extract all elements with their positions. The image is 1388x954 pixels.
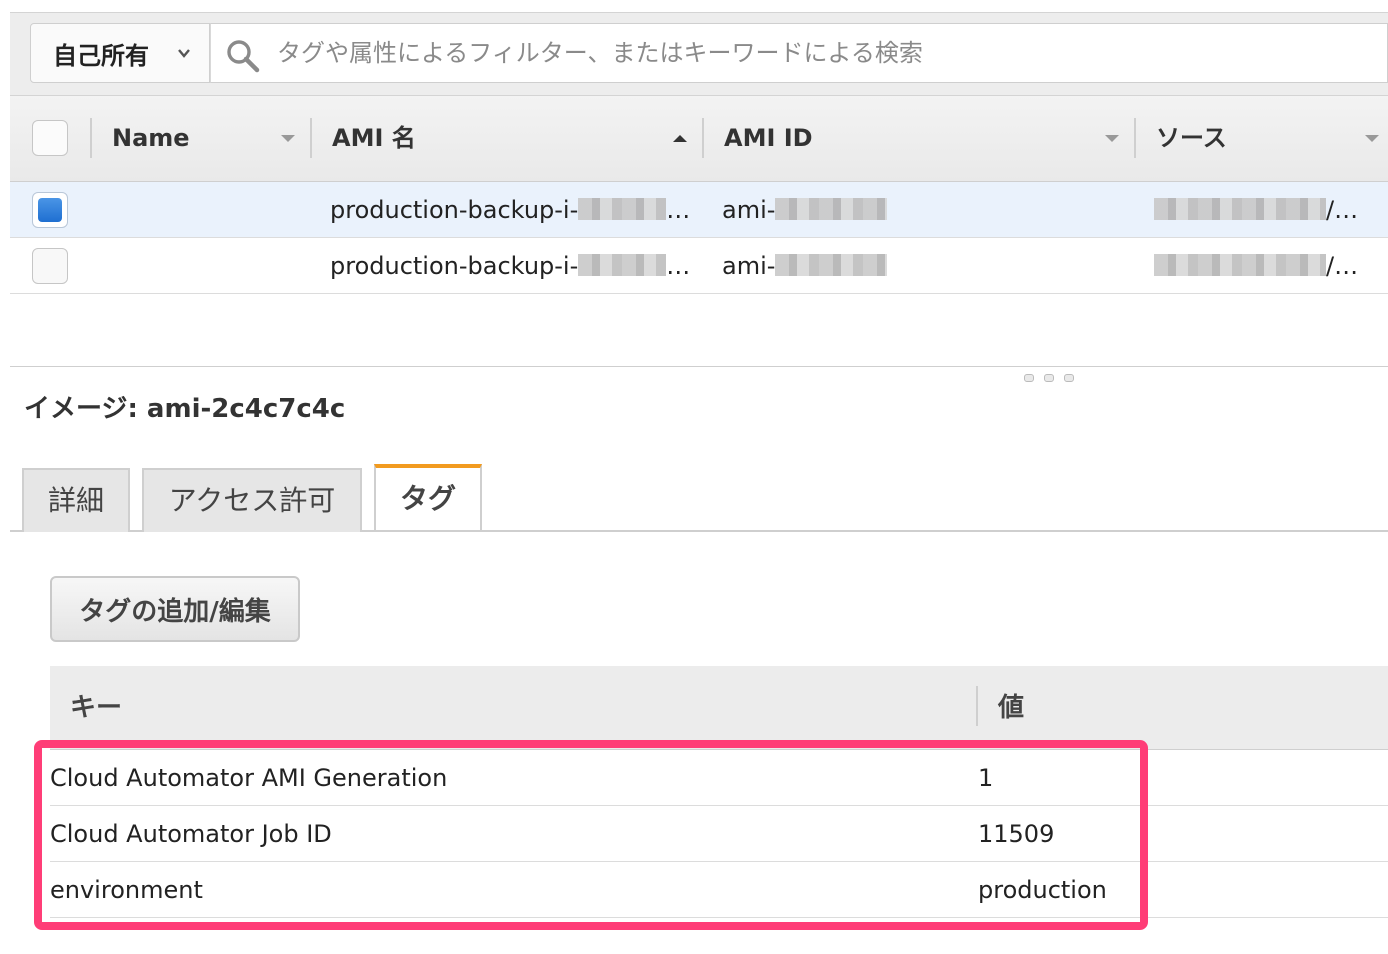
column-header-value[interactable]: 値	[998, 686, 1024, 730]
column-header-name[interactable]: Name	[112, 118, 190, 158]
tab-tags[interactable]: タグ	[374, 464, 482, 530]
tag-row: Cloud Automator AMI Generation 1	[50, 750, 1388, 806]
sort-up-icon[interactable]	[672, 132, 688, 144]
owner-filter-select[interactable]: 自己所有	[30, 23, 210, 83]
sort-down-icon[interactable]	[280, 132, 296, 144]
tag-row: environment production	[50, 862, 1388, 918]
column-header-ami-name[interactable]: AMI 名	[332, 118, 416, 158]
splitter-grip-icon[interactable]	[1044, 374, 1054, 382]
ami-name-cell: production-backup-i-…	[330, 252, 691, 280]
redacted-value	[578, 254, 667, 276]
redacted-value	[775, 198, 888, 220]
ami-table-header: Name AMI 名 AMI ID ソース	[10, 96, 1388, 182]
column-header-source[interactable]: ソース	[1156, 118, 1227, 158]
tag-key: environment	[50, 876, 203, 904]
tab-details[interactable]: 詳細	[22, 468, 130, 532]
table-row[interactable]: production-backup-i-… ami- /…	[10, 182, 1388, 238]
column-header-ami-id[interactable]: AMI ID	[724, 118, 813, 158]
tag-value: 11509	[978, 820, 1055, 848]
tab-permissions[interactable]: アクセス許可	[142, 468, 362, 532]
ami-name-cell: production-backup-i-…	[330, 196, 691, 224]
splitter-grip-icon[interactable]	[1064, 374, 1074, 382]
search-box[interactable]	[210, 23, 1388, 83]
owner-filter-label: 自己所有	[53, 41, 149, 70]
tag-value: 1	[978, 764, 994, 792]
sort-down-icon[interactable]	[1364, 132, 1380, 144]
source-cell: /…	[1154, 182, 1358, 238]
chevron-down-icon	[178, 49, 190, 58]
redacted-value	[775, 254, 888, 276]
search-icon	[227, 40, 260, 73]
splitter-grip-icon[interactable]	[1024, 374, 1034, 382]
column-divider	[90, 118, 92, 158]
add-edit-tags-button[interactable]: タグの追加/編集	[50, 576, 300, 642]
table-row[interactable]: production-backup-i-… ami- /…	[10, 238, 1388, 294]
source-cell: /…	[1154, 238, 1358, 294]
select-all-checkbox[interactable]	[32, 120, 68, 156]
tag-key: Cloud Automator Job ID	[50, 820, 332, 848]
pane-splitter[interactable]	[10, 366, 1388, 367]
row-checkbox[interactable]	[32, 192, 68, 228]
redacted-value	[578, 198, 667, 220]
ami-id-cell: ami-	[722, 182, 888, 238]
search-input[interactable]	[275, 32, 1375, 74]
tag-key: Cloud Automator AMI Generation	[50, 764, 448, 792]
tag-row: Cloud Automator Job ID 11509	[50, 806, 1388, 862]
column-divider	[702, 118, 704, 158]
sort-down-icon[interactable]	[1104, 132, 1120, 144]
column-divider	[976, 686, 978, 726]
row-checkbox[interactable]	[32, 248, 68, 284]
filter-bar: 自己所有	[10, 12, 1388, 96]
ami-id-cell: ami-	[722, 238, 888, 294]
column-header-key[interactable]: キー	[70, 686, 122, 730]
redacted-value	[1154, 198, 1326, 220]
image-details-title: イメージ: ami-2c4c7c4c	[24, 394, 346, 424]
column-divider	[1134, 118, 1136, 158]
column-divider	[310, 118, 312, 158]
tags-table-header: キー 値	[50, 666, 1388, 750]
tag-value: production	[978, 876, 1107, 904]
redacted-value	[1154, 254, 1326, 276]
